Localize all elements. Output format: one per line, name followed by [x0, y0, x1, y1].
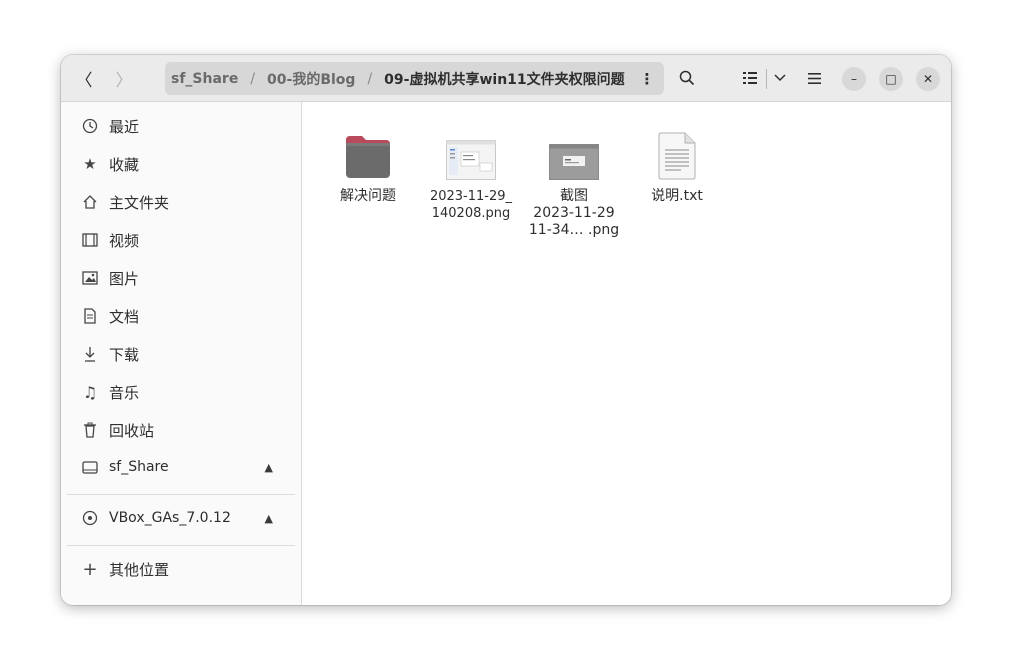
- file-name: 解决问题: [340, 188, 396, 204]
- header-bar: 〈 〉 sf_Share / 00-我的Blog / 09-虚拟机共享win11…: [61, 55, 951, 102]
- breadcrumb-sf-share[interactable]: sf_Share: [171, 71, 238, 87]
- sidebar-item-downloads[interactable]: 下载: [67, 337, 295, 371]
- close-button[interactable]: ✕: [916, 67, 940, 91]
- folder-icon: [344, 128, 392, 180]
- plus-icon: +: [82, 558, 98, 580]
- toolbar-separator: [766, 69, 767, 89]
- document-icon: [81, 308, 99, 324]
- star-icon: ★: [83, 155, 97, 173]
- sidebar-item-videos[interactable]: 视频: [67, 223, 295, 257]
- minimize-button[interactable]: –: [842, 67, 866, 91]
- eject-icon[interactable]: ▲: [265, 512, 273, 525]
- music-icon: ♫: [82, 382, 98, 402]
- sidebar-item-sf-share[interactable]: sf_Share ▲: [67, 450, 295, 484]
- file-name: 说明.txt: [651, 188, 703, 204]
- sidebar-item-home[interactable]: 主文件夹: [67, 185, 295, 219]
- chevron-down-icon: [774, 74, 786, 82]
- file-name: 2023-11-29_ 140208.png: [429, 189, 513, 221]
- sidebar-item-vbox-gas[interactable]: VBox_GAs_7.0.12 ▲: [67, 501, 295, 535]
- sidebar-item-trash[interactable]: 回收站: [67, 413, 295, 447]
- file-item-image[interactable]: 2023-11-29_ 140208.png: [423, 128, 519, 222]
- drive-icon: [81, 460, 99, 474]
- main-menu-button[interactable]: [800, 63, 828, 93]
- sidebar-item-label: 最近: [109, 117, 140, 136]
- search-button[interactable]: [672, 63, 702, 93]
- path-bar: sf_Share / 00-我的Blog / 09-虚拟机共享win11文件夹权…: [165, 62, 664, 95]
- home-icon: [81, 194, 99, 210]
- clock-icon: [81, 118, 99, 134]
- sidebar-item-label: 图片: [109, 269, 140, 288]
- sidebar-item-pictures[interactable]: 图片: [67, 261, 295, 295]
- chevron-right-icon: 〉: [115, 70, 133, 91]
- sidebar-item-music[interactable]: ♫ 音乐: [67, 375, 295, 409]
- path-menu-button[interactable]: ⋮: [630, 62, 664, 95]
- sidebar-item-label: 音乐: [109, 383, 140, 402]
- disc-icon: [81, 510, 99, 526]
- download-icon: [81, 346, 99, 362]
- file-item-text[interactable]: 说明.txt: [629, 128, 725, 205]
- hamburger-menu-icon: [807, 72, 821, 84]
- sidebar-item-label: 视频: [109, 231, 140, 250]
- sidebar-divider: [67, 545, 295, 546]
- sidebar-divider: [67, 494, 295, 495]
- sidebar-item-other-locations[interactable]: + 其他位置: [67, 552, 295, 586]
- maximize-button[interactable]: □: [879, 67, 903, 91]
- breadcrumb-separator: /: [367, 70, 373, 87]
- sidebar-item-label: 下载: [109, 345, 140, 364]
- file-item-screenshot[interactable]: 截图 2023-11-29 11-34… .png: [526, 128, 622, 239]
- minimize-icon: –: [851, 72, 857, 86]
- file-grid: 解决问题 2023-11-29_ 140208.png 截图 2023-11-2…: [302, 102, 951, 605]
- image-icon: [81, 271, 99, 285]
- file-name: 截图 2023-11-29 11-34… .png: [528, 188, 620, 238]
- file-manager-window: 〈 〉 sf_Share / 00-我的Blog / 09-虚拟机共享win11…: [61, 55, 951, 605]
- search-icon: [679, 70, 695, 86]
- trash-icon: [81, 422, 99, 438]
- sidebar-item-starred[interactable]: ★ 收藏: [67, 147, 295, 181]
- sidebar: 最近 ★ 收藏 主文件夹 视频 图片 文档 下载 ♫ 音乐 回收站 sf_Sha…: [61, 102, 302, 605]
- chevron-left-icon: 〈: [75, 70, 93, 91]
- film-icon: [81, 233, 99, 247]
- sidebar-item-label: 收藏: [109, 155, 140, 174]
- text-file-icon: [657, 128, 697, 180]
- sidebar-item-label: 文档: [109, 307, 140, 326]
- list-view-button[interactable]: [737, 63, 763, 93]
- view-options-button[interactable]: [768, 63, 792, 93]
- sidebar-item-documents[interactable]: 文档: [67, 299, 295, 333]
- forward-button[interactable]: 〉: [109, 63, 139, 93]
- back-button[interactable]: 〈: [69, 63, 99, 93]
- breadcrumb-blog[interactable]: 00-我的Blog: [267, 69, 355, 89]
- sidebar-item-label: 主文件夹: [109, 193, 170, 212]
- image-thumbnail-icon: [446, 128, 496, 180]
- sidebar-item-recent[interactable]: 最近: [67, 109, 295, 143]
- close-icon: ✕: [922, 72, 934, 86]
- sidebar-item-label: 回收站: [109, 421, 155, 440]
- breadcrumb-current-folder[interactable]: 09-虚拟机共享win11文件夹权限问题: [384, 69, 624, 89]
- breadcrumb-separator: /: [250, 70, 256, 87]
- vertical-dots-icon: ⋮: [639, 69, 655, 88]
- image-thumbnail-icon: [549, 128, 599, 180]
- sidebar-item-label: 其他位置: [109, 560, 170, 579]
- eject-icon[interactable]: ▲: [265, 461, 273, 474]
- maximize-icon: □: [885, 72, 897, 86]
- file-item-folder[interactable]: 解决问题: [320, 128, 416, 205]
- list-view-icon: [743, 72, 757, 84]
